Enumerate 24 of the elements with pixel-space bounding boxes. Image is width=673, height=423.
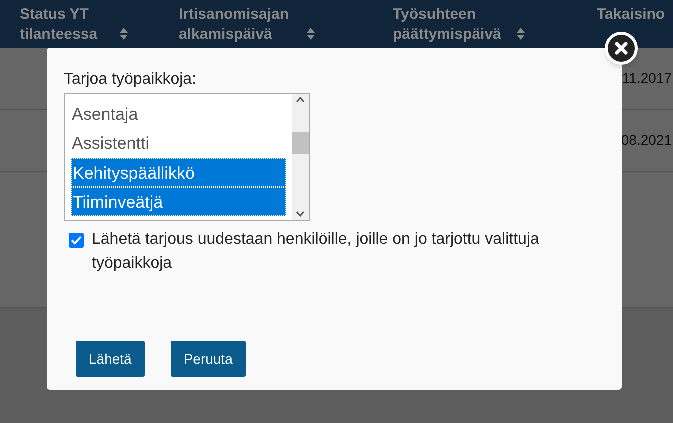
resend-checkbox[interactable] xyxy=(69,233,84,248)
sort-icon[interactable] xyxy=(120,28,128,40)
scroll-thumb[interactable] xyxy=(292,132,309,154)
list-option[interactable]: Tiiminveätjä xyxy=(71,187,286,216)
column-header: Takaisino xyxy=(597,5,666,25)
list-option[interactable]: Kehityspäällikkö xyxy=(71,158,286,187)
scroll-down-icon[interactable] xyxy=(296,211,305,217)
sort-icon[interactable] xyxy=(307,28,315,40)
sort-icon[interactable] xyxy=(517,28,525,40)
scroll-up-icon[interactable] xyxy=(296,97,305,103)
resend-label: Lähetä tarjous uudestaan henkilöille, joille on jo tarjottu valittuja työpaikkoja xyxy=(92,230,540,274)
list-option[interactable]: Assistentti xyxy=(71,129,286,158)
field-label: Tarjoa työpaikkoja: xyxy=(64,70,198,90)
column-header[interactable]: Työsuhteen päättymispäivä xyxy=(393,5,513,45)
job-listbox[interactable]: Asentaja Assistentti Kehityspäällikkö Tiiminveätjä xyxy=(64,93,310,221)
column-header[interactable]: Status YT tilanteessa xyxy=(20,5,116,45)
scrollbar[interactable] xyxy=(292,94,309,220)
table-cell-text: 11.2017 xyxy=(622,69,673,88)
column-header[interactable]: Irtisanomisajan alkamispäivä xyxy=(179,5,303,45)
close-icon xyxy=(615,42,628,55)
send-button[interactable]: Lähetä xyxy=(76,341,145,377)
list-option[interactable]: Asentaja xyxy=(71,100,286,129)
cancel-button[interactable]: Peruuta xyxy=(170,341,246,377)
table-cell-text: 08.2021 xyxy=(621,131,673,150)
